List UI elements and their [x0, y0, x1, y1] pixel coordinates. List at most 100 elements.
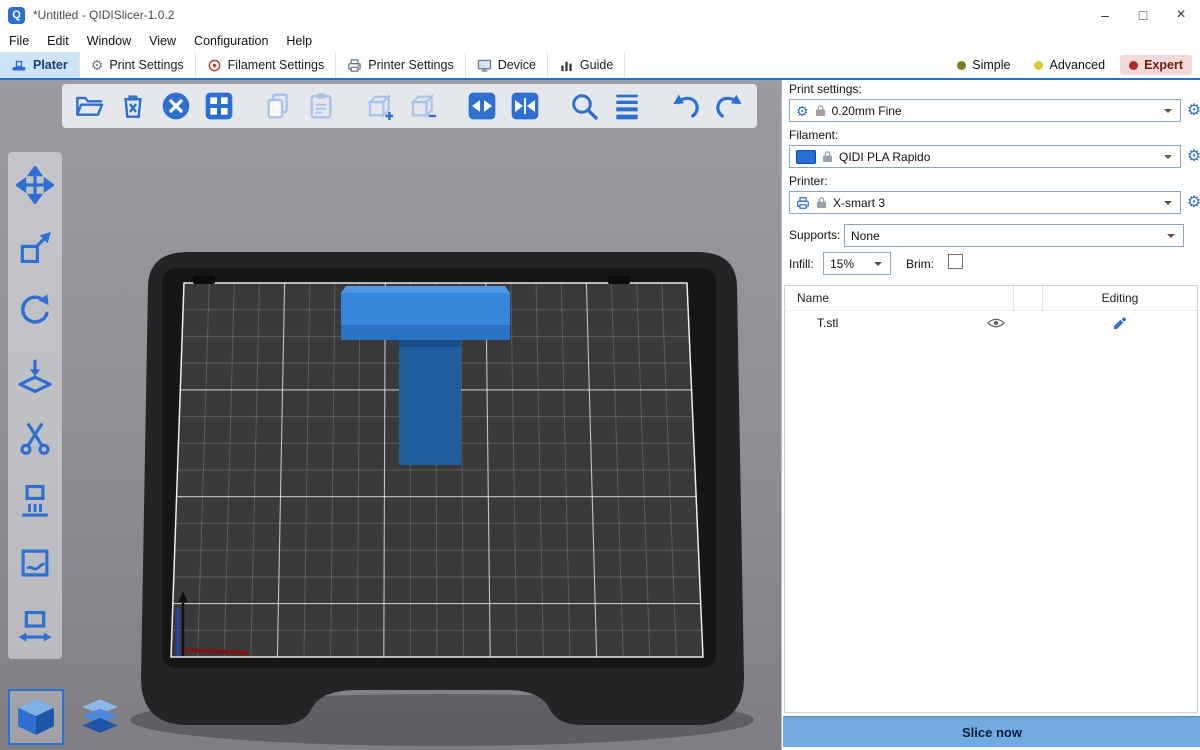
view-switch — [8, 689, 128, 745]
cut-tool-button[interactable] — [14, 416, 56, 458]
column-header-editing: Editing — [1043, 291, 1197, 305]
maximize-button[interactable]: □ — [1124, 0, 1162, 30]
scale-icon — [16, 229, 54, 267]
minimize-button[interactable]: – — [1086, 0, 1124, 30]
scissors-icon — [16, 418, 54, 456]
printer-combo[interactable]: X-smart 3 — [789, 191, 1181, 214]
paste-button[interactable] — [303, 88, 339, 124]
add-instance-icon — [364, 90, 396, 122]
add-instance-button[interactable] — [362, 88, 398, 124]
printer-gear-button[interactable]: ⚙ — [1184, 193, 1200, 213]
arrange-icon — [203, 90, 235, 122]
split-parts-button[interactable] — [507, 88, 543, 124]
menu-item-file[interactable]: File — [0, 34, 38, 48]
menu-item-help[interactable]: Help — [277, 34, 321, 48]
tab-print-settings[interactable]: ⚙ Print Settings — [80, 52, 196, 78]
filament-gear-button[interactable]: ⚙ — [1184, 147, 1200, 167]
rotate-tool-button[interactable] — [14, 290, 56, 332]
supports-combo[interactable]: None — [844, 224, 1184, 247]
viewport-3d[interactable] — [0, 80, 781, 750]
column-header-name: Name — [785, 291, 1013, 305]
infill-value: 15% — [830, 257, 866, 271]
split-objects-button[interactable] — [464, 88, 500, 124]
menu-item-window[interactable]: Window — [78, 34, 140, 48]
redo-button[interactable] — [711, 88, 747, 124]
infill-combo[interactable]: 15% — [823, 252, 891, 275]
cube-3d-icon — [13, 694, 59, 740]
tab-device[interactable]: Device — [466, 52, 548, 78]
move-icon — [16, 166, 54, 204]
close-button[interactable]: × — [1162, 0, 1200, 30]
window-controls: – □ × — [1086, 0, 1200, 30]
split-objects-icon — [466, 90, 498, 122]
delete-button[interactable] — [115, 88, 151, 124]
printer-settings-tab-icon — [347, 58, 362, 73]
search-button[interactable] — [566, 88, 602, 124]
filament-combo[interactable]: QIDI PLA Rapido — [789, 145, 1181, 168]
redo-icon — [713, 90, 745, 122]
eye-icon[interactable] — [987, 317, 1005, 329]
slice-now-button[interactable]: Slice now — [783, 716, 1200, 747]
tab-guide[interactable]: Guide — [548, 52, 625, 78]
mode-advanced[interactable]: Advanced — [1025, 55, 1114, 75]
undo-button[interactable] — [668, 88, 704, 124]
window-title: *Untitled - QIDISlicer-1.0.2 — [33, 8, 174, 22]
delete-all-button[interactable] — [158, 88, 194, 124]
printer-value: X-smart 3 — [833, 196, 1156, 210]
advanced-mode-dot — [1034, 61, 1043, 70]
expert-mode-dot — [1129, 61, 1138, 70]
mode-simple[interactable]: Simple — [948, 55, 1019, 75]
top-toolbar — [62, 84, 757, 128]
supports-label: Supports: — [789, 228, 840, 242]
copy-button[interactable] — [260, 88, 296, 124]
lock-icon — [815, 104, 826, 117]
edit-icon[interactable] — [1041, 316, 1197, 331]
sliced-layers-icon — [75, 692, 125, 742]
search-icon — [568, 90, 600, 122]
menu-item-view[interactable]: View — [140, 34, 185, 48]
filament-color-swatch — [796, 150, 816, 164]
measure-icon — [16, 607, 54, 645]
delete-all-icon — [160, 90, 192, 122]
editor-view-button[interactable] — [8, 689, 64, 745]
brim-label: Brim: — [906, 257, 934, 271]
object-list: Name Editing T.stl — [784, 285, 1198, 713]
table-row[interactable]: T.stl — [785, 311, 1197, 335]
device-tab-icon — [477, 58, 492, 73]
app-icon: Q — [8, 7, 25, 24]
column-divider — [1013, 286, 1043, 310]
print-settings-value: 0.20mm Fine — [832, 104, 1156, 118]
variable-layer-height-button[interactable] — [609, 88, 645, 124]
mode-expert[interactable]: Expert — [1120, 55, 1192, 75]
menu-item-configuration[interactable]: Configuration — [185, 34, 277, 48]
title-bar: Q *Untitled - QIDISlicer-1.0.2 – □ × — [0, 0, 1200, 30]
remove-instance-button[interactable] — [405, 88, 441, 124]
scale-tool-button[interactable] — [14, 227, 56, 269]
lock-icon — [822, 150, 833, 163]
print-settings-combo[interactable]: ⚙ 0.20mm Fine — [789, 99, 1181, 122]
open-file-button[interactable] — [72, 88, 108, 124]
filament-label: Filament: — [789, 128, 838, 142]
viewport-3d-scene[interactable] — [0, 80, 781, 750]
preview-view-button[interactable] — [72, 689, 128, 745]
plater-icon — [11, 57, 27, 73]
remove-instance-icon — [407, 90, 439, 122]
support-paint-tool-button[interactable] — [14, 479, 56, 521]
measure-tool-button[interactable] — [14, 605, 56, 647]
object-list-header: Name Editing — [785, 286, 1197, 311]
menu-item-edit[interactable]: Edit — [38, 34, 78, 48]
tab-plater[interactable]: Plater — [0, 52, 80, 78]
seam-paint-icon — [16, 544, 54, 582]
support-paint-icon — [16, 481, 54, 519]
print-settings-gear-button[interactable]: ⚙ — [1184, 101, 1200, 121]
menu-bar: File Edit Window View Configuration Help — [0, 30, 1200, 52]
tab-printer-settings[interactable]: Printer Settings — [336, 52, 465, 78]
tab-filament-settings[interactable]: Filament Settings — [196, 52, 337, 78]
brim-checkbox[interactable] — [948, 254, 963, 269]
lock-icon — [816, 196, 827, 209]
plate-clip-left — [193, 276, 215, 284]
move-tool-button[interactable] — [14, 164, 56, 206]
place-on-face-tool-button[interactable] — [14, 353, 56, 395]
arrange-button[interactable] — [201, 88, 237, 124]
seam-paint-tool-button[interactable] — [14, 542, 56, 584]
